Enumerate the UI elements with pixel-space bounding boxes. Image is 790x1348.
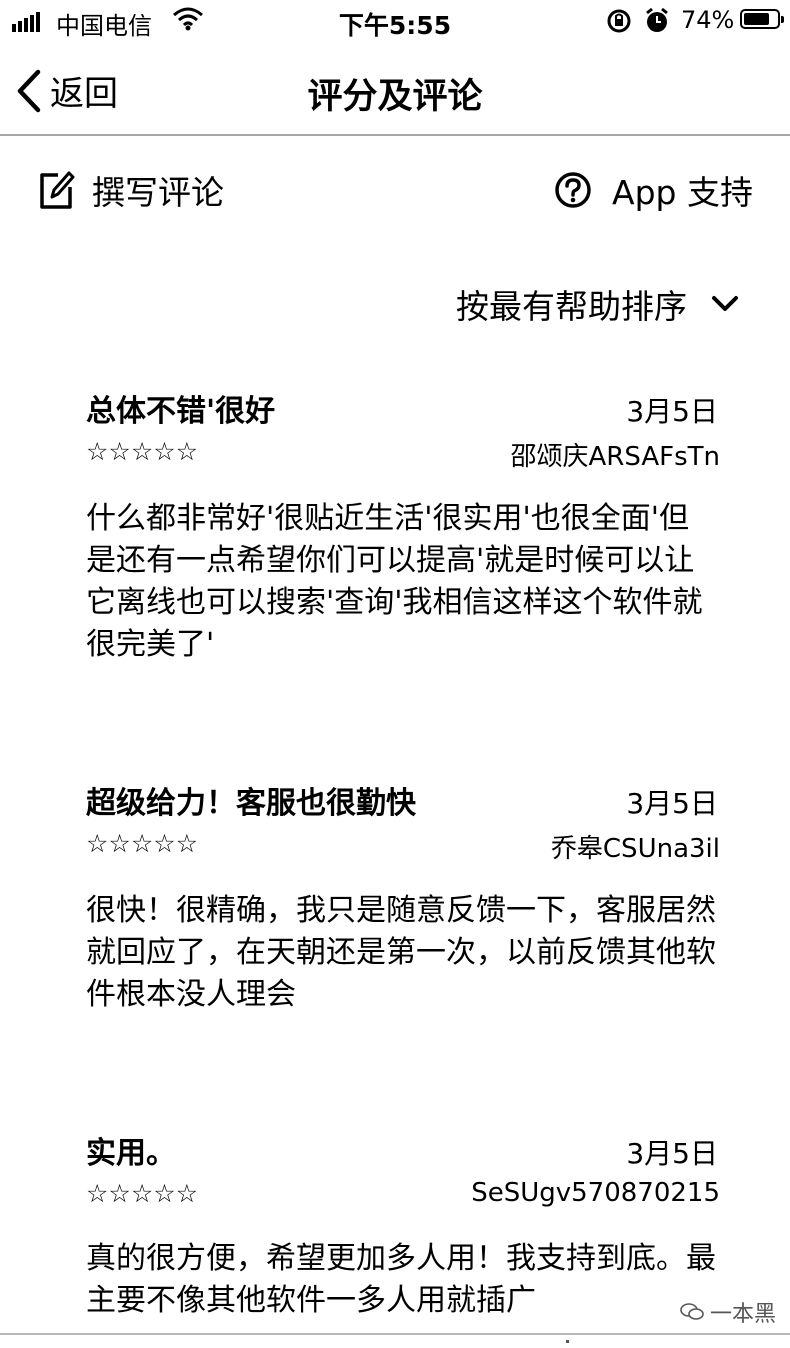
page-title: 评分及评论 — [307, 77, 483, 117]
scroll-indicator — [566, 1340, 569, 1343]
status-time: 下午5:55 — [338, 11, 452, 40]
alarm-icon — [646, 7, 668, 32]
review-author: SeSUgv570870215 — [471, 1178, 720, 1208]
watermark-text: 一本黑 — [710, 1302, 777, 1327]
watermark: 一本黑 — [680, 1296, 776, 1328]
app-support-button[interactable]: App 支持 — [554, 166, 753, 214]
app-support-label: App 支持 — [612, 173, 753, 212]
orientation-lock-icon — [607, 9, 631, 33]
review-author: 乔皋CSUna3il — [550, 834, 720, 864]
compose-icon — [40, 171, 75, 209]
sort-label: 按最有帮助排序 — [456, 287, 687, 326]
review-author: 邵颂庆ARSAFsTn — [510, 442, 721, 472]
write-review-button[interactable]: 撰写评论 — [38, 166, 224, 214]
review-date: 3月5日 — [626, 1137, 718, 1170]
sort-dropdown[interactable]: 按最有帮助排序 — [456, 280, 739, 328]
star-rating: ☆☆☆☆☆ — [86, 829, 199, 858]
review-title: 实用。 — [86, 1136, 176, 1171]
review-body: 什么都非常好'很贴近生活'很实用'也很全面'但是还有一点希望你们可以提高'就是时… — [86, 501, 703, 662]
question-circle-icon — [555, 172, 591, 208]
battery-percent: 74% — [681, 6, 735, 34]
chevron-down-icon — [712, 296, 738, 311]
review-date: 3月5日 — [626, 787, 718, 820]
review-body: 真的很方便，希望更加多人用！我支持到底。最主要不像其他软件一多人用就插广 — [86, 1241, 716, 1318]
star-rating: ☆☆☆☆☆ — [86, 1179, 199, 1208]
nav-bar: 返回 评分及评论 — [0, 44, 790, 136]
review-title: 超级给力！客服也很勤快 — [86, 786, 416, 821]
status-bar: 中国电信 下午5:55 74% — [0, 0, 790, 44]
bottom-divider — [0, 1333, 790, 1335]
battery-icon — [740, 9, 784, 29]
star-rating: ☆☆☆☆☆ — [86, 437, 199, 466]
review-body: 很快！很精确，我只是随意反馈一下，客服居然就回应了，在天朝还是第一次，以前反馈其… — [86, 893, 716, 1012]
review-date: 3月5日 — [626, 395, 718, 428]
review-title: 总体不错'很好 — [86, 394, 276, 429]
write-review-label: 撰写评论 — [92, 173, 224, 212]
wechat-icon — [680, 1303, 704, 1320]
